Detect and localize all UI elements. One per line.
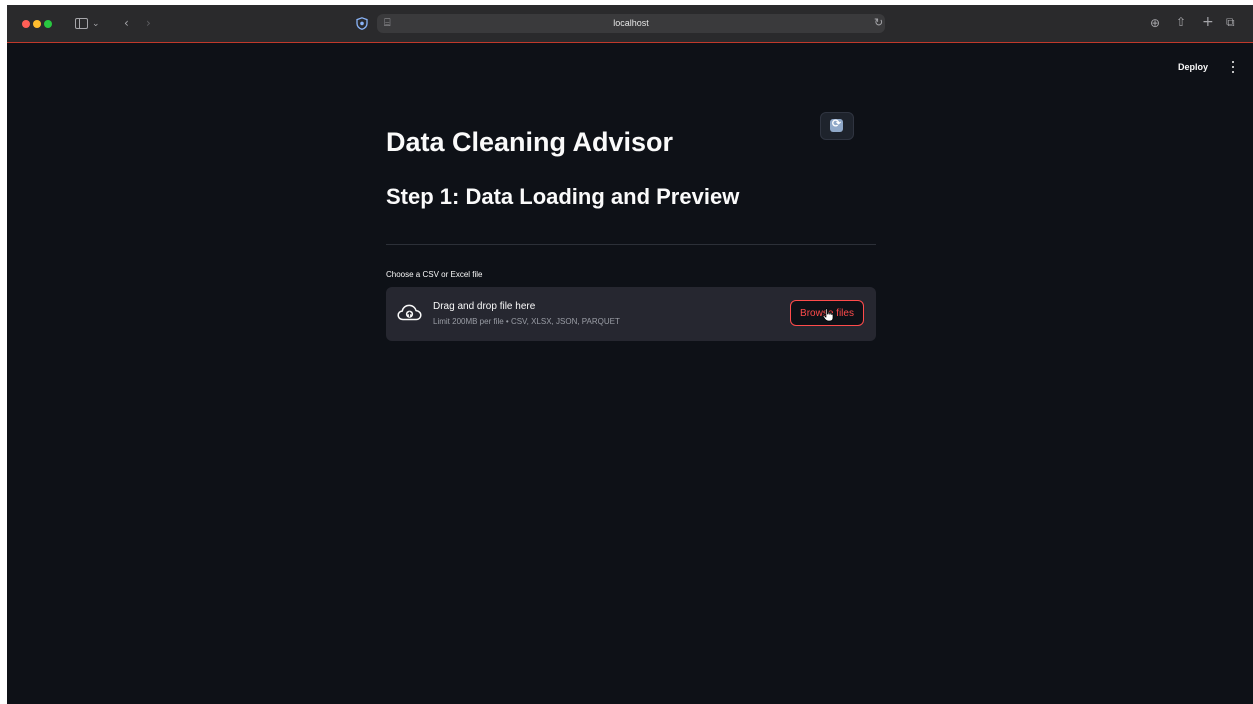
step-heading: Step 1: Data Loading and Preview (386, 184, 740, 209)
forward-arrow-icon[interactable]: › (146, 17, 151, 29)
browser-toolbar: ⌄ ‹ › ⌸ localhost ↻ ⊕ ⇧ + ⧉ (7, 5, 1253, 43)
reload-icon[interactable]: ↻ (874, 17, 883, 29)
privacy-shield-icon[interactable] (356, 17, 368, 30)
browser-window: ⌄ ‹ › ⌸ localhost ↻ ⊕ ⇧ + ⧉ Deploy Data … (7, 5, 1253, 704)
divider (386, 244, 876, 245)
share-icon[interactable]: ⇧ (1176, 16, 1186, 28)
main-menu-icon[interactable] (1230, 61, 1236, 73)
sidebar-toggle-icon[interactable] (75, 18, 88, 29)
address-bar[interactable]: ⌸ localhost ↻ (377, 14, 885, 33)
close-window-icon[interactable] (22, 20, 30, 28)
cloud-upload-icon (397, 304, 422, 321)
file-dropzone[interactable]: Drag and drop file here Limit 200MB per … (386, 287, 876, 341)
tab-overview-icon[interactable]: ⧉ (1226, 16, 1235, 28)
drop-hint: Limit 200MB per file • CSV, XLSX, JSON, … (433, 317, 620, 326)
downloads-icon[interactable]: ⊕ (1150, 17, 1160, 29)
maximize-window-icon[interactable] (44, 20, 52, 28)
refresh-icon (830, 117, 843, 132)
refresh-button[interactable] (820, 112, 854, 140)
minimize-window-icon[interactable] (33, 20, 41, 28)
deploy-button[interactable]: Deploy (1178, 61, 1208, 73)
back-arrow-icon[interactable]: ‹ (124, 17, 129, 29)
file-uploader-label: Choose a CSV or Excel file (386, 270, 483, 279)
new-tab-icon[interactable]: + (1202, 15, 1214, 29)
hand-cursor-icon (822, 308, 834, 322)
url-text: localhost (613, 18, 649, 28)
chevron-down-icon[interactable]: ⌄ (92, 18, 100, 30)
page-title: Data Cleaning Advisor (386, 127, 674, 157)
drop-title: Drag and drop file here (433, 301, 536, 312)
